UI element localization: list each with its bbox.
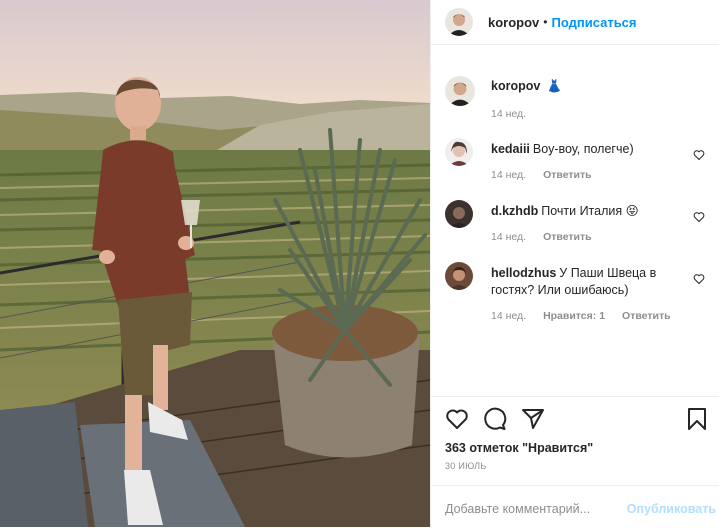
commenter-avatar[interactable] bbox=[445, 200, 473, 228]
caption: koropov 👗 14 нед. bbox=[431, 65, 719, 120]
publish-button[interactable]: Опубликовать bbox=[627, 502, 716, 516]
post-header: koropov • Подписаться bbox=[431, 0, 719, 45]
paper-plane-icon[interactable] bbox=[521, 407, 545, 431]
comment-text: Почти Италия 😝 bbox=[541, 204, 639, 218]
commenter-avatar[interactable] bbox=[445, 262, 473, 290]
comment-input[interactable]: Добавьте комментарий... bbox=[445, 502, 590, 516]
comment-like-icon[interactable] bbox=[693, 273, 705, 285]
comment-text: Воу-воу, полегче) bbox=[532, 142, 634, 156]
post-photo[interactable] bbox=[0, 0, 430, 527]
post-date[interactable]: 30 ИЮЛЬ bbox=[445, 461, 487, 471]
comment-time[interactable]: 14 нед. bbox=[491, 231, 526, 243]
add-comment-bar: Добавьте комментарий... Опубликовать bbox=[431, 485, 719, 528]
comment-icon[interactable] bbox=[483, 407, 507, 431]
comments-list: koropov 👗 14 нед. kedaiii Воу-воу, полегч… bbox=[431, 65, 719, 338]
heart-icon[interactable] bbox=[445, 407, 469, 431]
comment-item: d.kzhdb Почти Италия 😝 14 нед. Ответить bbox=[431, 197, 719, 243]
comment-time[interactable]: 14 нед. bbox=[491, 310, 526, 322]
caption-avatar[interactable] bbox=[445, 76, 475, 106]
comment-username[interactable]: hellodzhus bbox=[491, 266, 556, 280]
caption-username[interactable]: koropov bbox=[491, 79, 540, 93]
separator-dot: • bbox=[543, 15, 548, 29]
post-panel: koropov • Подписаться koropov 👗 14 нед. … bbox=[430, 0, 719, 527]
comment-like-icon[interactable] bbox=[693, 149, 705, 161]
caption-emoji: 👗 bbox=[546, 79, 563, 93]
comment-item: hellodzhus У Паши Швеца в гостях? Или оши… bbox=[431, 259, 719, 322]
comment-item: kedaiii Воу-воу, полегче) 14 нед. Ответить bbox=[431, 135, 719, 181]
reply-button[interactable]: Ответить bbox=[622, 310, 671, 322]
comment-username[interactable]: kedaiii bbox=[491, 142, 530, 156]
reply-button[interactable]: Ответить bbox=[543, 231, 592, 243]
vineyard-photo bbox=[0, 0, 430, 527]
bookmark-icon[interactable] bbox=[686, 407, 708, 431]
follow-button[interactable]: Подписаться bbox=[552, 15, 637, 30]
reply-button[interactable]: Ответить bbox=[543, 169, 592, 181]
post-actions: 363 отметок "Нравится" 30 ИЮЛЬ bbox=[431, 396, 719, 477]
caption-time[interactable]: 14 нед. bbox=[491, 108, 526, 120]
comment-time[interactable]: 14 нед. bbox=[491, 169, 526, 181]
author-avatar[interactable] bbox=[445, 8, 473, 36]
comment-username[interactable]: d.kzhdb bbox=[491, 204, 538, 218]
likes-count[interactable]: 363 отметок "Нравится" bbox=[445, 441, 593, 455]
comment-like-icon[interactable] bbox=[693, 211, 705, 223]
commenter-avatar[interactable] bbox=[445, 138, 473, 166]
author-username[interactable]: koropov bbox=[488, 15, 539, 30]
comment-likes[interactable]: Нравится: 1 bbox=[543, 310, 605, 322]
